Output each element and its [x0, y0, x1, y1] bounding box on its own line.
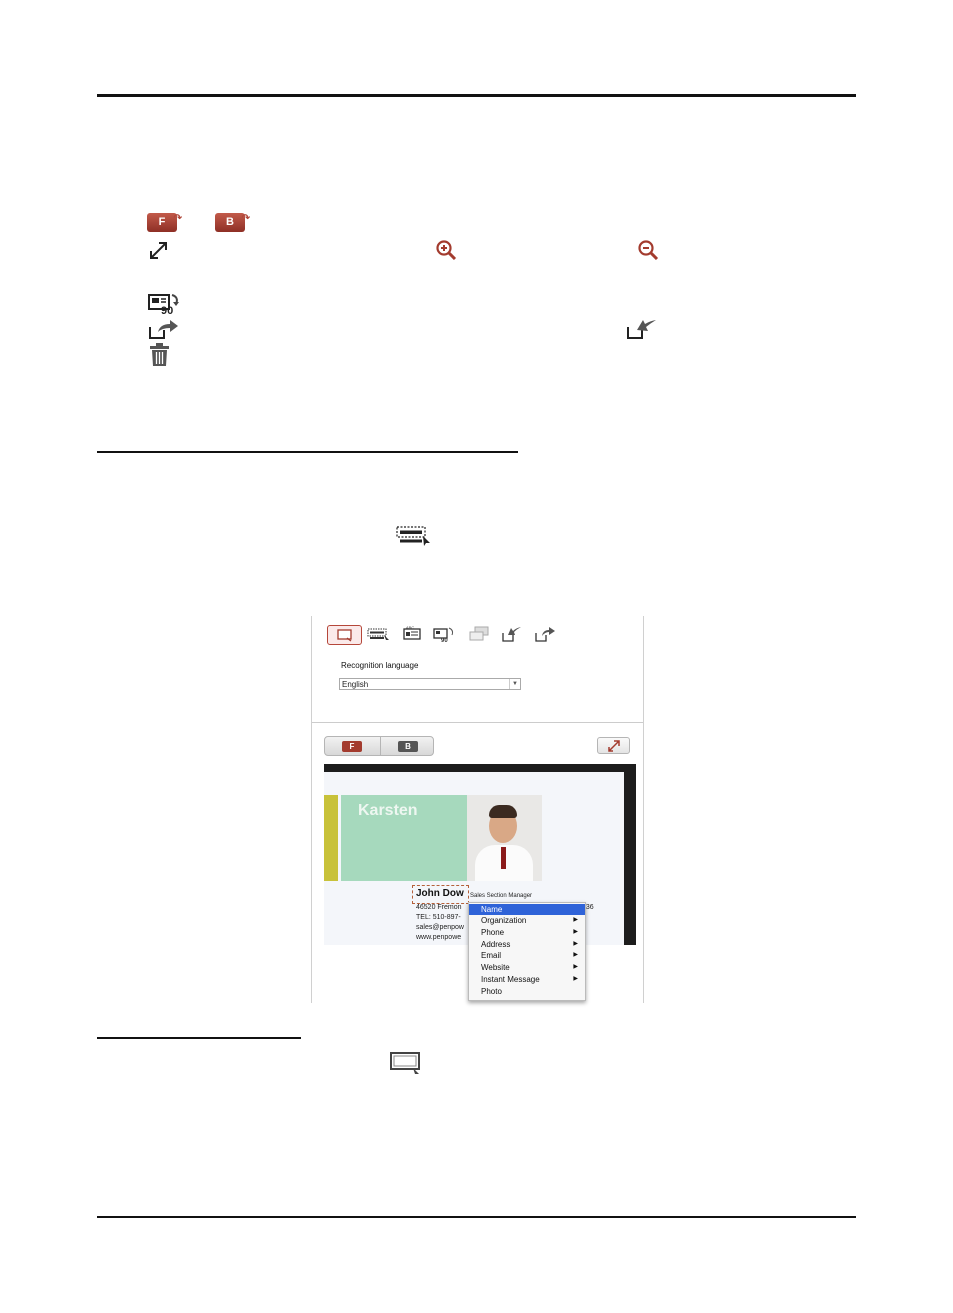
header-rule: [97, 94, 856, 97]
expand-button[interactable]: [597, 737, 630, 754]
menu-item-phone[interactable]: Phone ▶: [469, 927, 585, 938]
front-side-letter: F: [158, 216, 166, 228]
photo-mode-icon: [337, 629, 352, 642]
select-field-tool-icon[interactable]: [367, 625, 391, 643]
submenu-arrow-icon: ▶: [573, 941, 578, 947]
card-name-banner: Karsten: [358, 802, 418, 819]
menu-item-photo[interactable]: Photo: [469, 986, 585, 997]
export-icon: [149, 320, 178, 339]
rotate-tool-label: 90: [441, 638, 448, 643]
trash-icon: [150, 343, 169, 366]
flip-arrow-icon: ↷: [241, 213, 250, 224]
side-toggle: F B: [324, 736, 434, 756]
back-side-icon: B ↷: [215, 213, 250, 232]
front-side-icon: F ↷: [147, 213, 182, 232]
card-portrait: [467, 795, 542, 881]
front-side-button-label: F: [349, 742, 355, 751]
menu-item-website[interactable]: Website ▶: [469, 962, 585, 973]
menu-item-label: Email: [481, 951, 502, 960]
photo-mode-button[interactable]: [327, 625, 362, 645]
import-icon: [627, 320, 656, 339]
export-tool-icon[interactable]: [534, 625, 556, 643]
menu-item-label: Name: [481, 905, 503, 914]
field-context-menu: Name Organization ▶ Phone ▶ Address ▶ Email…: [468, 902, 586, 1001]
card-yellow-strip: [324, 795, 338, 881]
card-person-name: John Dow: [416, 888, 464, 899]
submenu-arrow-icon: ▶: [573, 952, 578, 958]
back-side-button[interactable]: B: [398, 741, 418, 752]
submenu-arrow-icon: ▶: [573, 976, 578, 982]
card-website: www.penpowe: [416, 934, 462, 941]
svg-text:ABC: ABC: [406, 625, 414, 630]
recognition-language-select[interactable]: English ▼: [339, 678, 521, 690]
menu-item-name[interactable]: Name: [469, 904, 585, 915]
menu-item-label: Phone: [481, 928, 505, 937]
back-side-letter: B: [226, 216, 234, 228]
panel-divider: [312, 722, 643, 723]
menu-item-label: Instant Message: [481, 975, 540, 984]
recognition-language-value: English: [342, 680, 369, 689]
chevron-down-icon: ▼: [509, 679, 520, 689]
menu-item-label: Website: [481, 963, 510, 972]
menu-item-instant-message[interactable]: Instant Message ▶: [469, 974, 585, 985]
flip-arrow-icon: ↷: [173, 213, 182, 224]
merge-icon[interactable]: [468, 625, 490, 643]
back-side-button-label: B: [405, 742, 411, 751]
rotate-90-label: 90: [161, 305, 173, 315]
footer-rule: [97, 1216, 856, 1218]
card-phone: TEL: 510-897-: [416, 914, 461, 921]
submenu-arrow-icon: ▶: [573, 964, 578, 970]
card-email: sales@penpow: [416, 924, 464, 931]
recognition-language-label: Recognition language: [341, 661, 419, 670]
zoom-in-icon: [436, 240, 457, 260]
card-address: 46520 Fremon: [416, 904, 462, 911]
submenu-arrow-icon: ▶: [573, 929, 578, 935]
subsection-rule: [97, 1037, 301, 1039]
menu-item-address[interactable]: Address ▶: [469, 939, 585, 950]
menu-item-label: Organization: [481, 916, 527, 925]
section-rule: [97, 451, 518, 453]
card-job-title: Sales Section Manager: [470, 893, 533, 899]
submenu-arrow-icon: ▶: [573, 917, 578, 923]
photo-mode-icon: [390, 1052, 420, 1074]
recognize-icon[interactable]: ABC: [402, 625, 422, 643]
menu-item-label: Photo: [481, 987, 502, 996]
select-field-icon: [396, 526, 430, 546]
menu-item-organization[interactable]: Organization ▶: [469, 915, 585, 926]
zoom-out-icon: [638, 240, 659, 260]
rotate-tool-icon[interactable]: 90: [433, 625, 457, 643]
expand-icon: [150, 242, 167, 259]
import-tool-icon[interactable]: [501, 625, 523, 643]
rotate-90-icon: 90: [148, 294, 179, 315]
app-screenshot-panel: ABC 90 Recognition language English ▼ F …: [311, 616, 644, 1003]
menu-item-label: Address: [481, 940, 511, 949]
menu-item-email[interactable]: Email ▶: [469, 950, 585, 961]
expand-button-icon: [608, 740, 620, 752]
front-side-button[interactable]: F: [342, 741, 362, 752]
